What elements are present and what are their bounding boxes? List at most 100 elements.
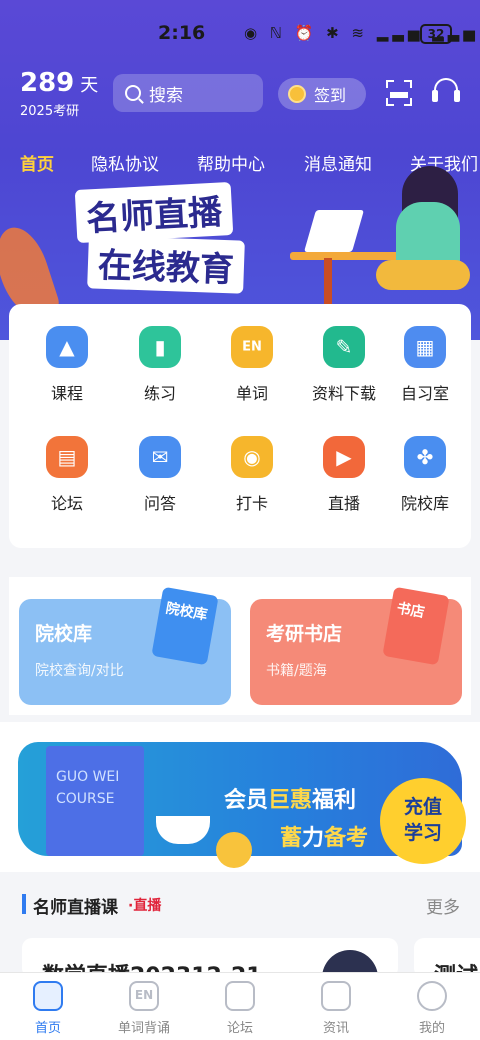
grid-item-2[interactable]: EN 单词 — [206, 326, 298, 426]
bottom-nav-item-1[interactable]: EN 单词背诵 — [96, 981, 192, 1036]
grid-item-label: 论坛 — [50, 494, 83, 513]
coin-icon — [288, 85, 306, 103]
chat-bubble-icon — [225, 981, 255, 1011]
grid-item-4[interactable]: ▦ 自习室 — [379, 326, 471, 426]
notebook-icon: ▮ — [139, 326, 181, 368]
banner-illustration — [290, 160, 480, 310]
grid-item-5[interactable]: ▤ 论坛 — [21, 436, 113, 536]
college-library-card[interactable]: 院校库 院校查询/对比 院校库 — [19, 586, 231, 705]
icon-glyph: ✎ — [335, 335, 353, 359]
icon-glyph: ▦ — [415, 335, 435, 359]
book-label: 院校库 — [164, 600, 209, 624]
grid-item-label: 问答 — [143, 494, 176, 513]
checkin-label: 签到 — [314, 86, 347, 105]
icon-glyph: ▤ — [57, 445, 77, 469]
icon-glyph: ▶ — [336, 445, 352, 469]
news-icon — [321, 981, 351, 1011]
live-section-title: 名师直播课 — [33, 898, 118, 918]
icon-glyph: ✤ — [416, 445, 434, 469]
grid-item-1[interactable]: ▮ 练习 — [114, 326, 206, 426]
en-card-icon: EN — [231, 326, 273, 368]
grid-item-8[interactable]: ▶ 直播 — [298, 436, 390, 536]
grid-item-label: 自习室 — [400, 384, 449, 403]
recharge-button-line: 学习 — [403, 822, 442, 844]
home-icon — [33, 981, 63, 1011]
scan-icon[interactable] — [386, 80, 412, 106]
exam-countdown: 289 天 2025考研 — [20, 68, 98, 119]
promo-book-line1: GUO WEI — [56, 769, 120, 785]
bottom-nav-item-4[interactable]: 我的 — [384, 981, 480, 1036]
promo-book-illustration: GUO WEI COURSE — [46, 746, 144, 856]
bottom-nav-label: 首页 — [34, 1021, 61, 1036]
banner-title[interactable]: 名师直播 在线教育 — [60, 181, 280, 294]
bottom-nav-label: 论坛 — [226, 1021, 253, 1036]
grid-item-label: 练习 — [143, 384, 176, 403]
status-bar: 2:16 ◉ ℕ ⏰ ✱ ≋ ▂▃▅ ▂▃▅ 32 — [0, 18, 480, 54]
icon-glyph: ✉ — [151, 445, 169, 469]
grid-item-label: 单词 — [235, 384, 268, 403]
grid-item-6[interactable]: ✉ 问答 — [114, 436, 206, 536]
icon-glyph: EN — [242, 339, 262, 355]
promo-text-b: 巨惠 — [268, 788, 313, 813]
section-accent-bar — [22, 894, 26, 914]
bottom-nav-label: 单词背诵 — [117, 1021, 170, 1036]
tab-privacy[interactable]: 隐私协议 — [91, 150, 159, 175]
grid-item-label: 打卡 — [235, 494, 268, 513]
promo-text-d: 蓄 — [280, 826, 303, 851]
grid-item-0[interactable]: ▲ 课程 — [21, 326, 113, 426]
status-time: 2:16 — [158, 22, 206, 44]
headset-icon[interactable] — [432, 78, 460, 106]
checkin-button[interactable]: 签到 — [278, 78, 366, 110]
banner-line2: 在线教育 — [87, 235, 245, 294]
grid-item-label: 资料下载 — [311, 384, 376, 403]
tab-help[interactable]: 帮助中心 — [197, 150, 265, 175]
promo-background: GUO WEI COURSE 会员巨惠福利 蓄力备考 充值学习 — [18, 742, 466, 868]
chat-bubble-icon: ✉ — [139, 436, 181, 478]
bottom-nav-item-0[interactable]: 首页 — [0, 981, 96, 1036]
exam-label: 2025考研 — [20, 104, 80, 119]
promo-banner[interactable]: GUO WEI COURSE 会员巨惠福利 蓄力备考 充值学习 — [0, 722, 480, 872]
promo-text-c: 福利 — [312, 788, 357, 813]
graduation-cap-icon: ▲ — [46, 326, 88, 368]
tab-home[interactable]: 首页 — [20, 150, 54, 175]
shortcut-grid: ▲ 课程 ▮ 练习 EN 单词 ✎ 资料下载 ▦ 自习室 ▤ 论坛 ✉ 问答 ◉ 打卡 ▶ 直播 ✤ 院校库 — [9, 304, 471, 548]
profile-icon — [417, 981, 447, 1011]
promo-text-f: 备考 — [324, 826, 369, 851]
battery-icon: 32 — [420, 24, 452, 44]
header-hero: 2:16 ◉ ℕ ⏰ ✱ ≋ ▂▃▅ ▂▃▅ 32 289 天 2025考研 搜索… — [0, 0, 480, 340]
banner-line1: 名师直播 — [74, 181, 234, 244]
more-link[interactable]: 更多 — [426, 893, 460, 918]
icon-glyph: ◉ — [243, 445, 261, 469]
bookstore-book-icon: 书店 — [382, 586, 450, 666]
bookstore-card[interactable]: 考研书店 书籍/题海 书店 — [250, 586, 462, 705]
promo-text-a: 会员 — [224, 788, 269, 813]
college-book-icon: 院校库 — [151, 586, 219, 666]
bottom-nav-item-2[interactable]: 论坛 — [192, 981, 288, 1036]
promo-text: 会员巨惠福利 蓄力备考 — [224, 782, 368, 858]
bottom-nav-label: 我的 — [418, 1021, 445, 1036]
promo-text-e: 力 — [302, 826, 325, 851]
grid-item-3[interactable]: ✎ 资料下载 — [298, 326, 390, 426]
grid-item-7[interactable]: ◉ 打卡 — [206, 436, 298, 536]
bottom-nav-label: 资讯 — [322, 1021, 349, 1036]
en-card-icon: EN — [129, 981, 159, 1011]
icon-glyph: ▲ — [59, 335, 75, 359]
live-section-header: 名师直播课 ·直播 更多 — [0, 880, 480, 932]
search-bar[interactable]: 搜索 — [113, 74, 263, 112]
coin-icon: ◉ — [231, 436, 273, 478]
building-icon: ▦ — [404, 326, 446, 368]
search-icon — [125, 85, 141, 101]
promo-book-line2: COURSE — [56, 791, 115, 807]
book-open-icon: ▤ — [46, 436, 88, 478]
feature-cards: 院校库 院校查询/对比 院校库 考研书店 书籍/题海 书店 — [9, 577, 471, 715]
search-placeholder: 搜索 — [149, 85, 183, 106]
recharge-button[interactable]: 充值 学习 — [380, 778, 466, 864]
recharge-button-line: 充值 — [403, 796, 442, 818]
video-camera-icon: ▶ — [323, 436, 365, 478]
bottom-nav-item-3[interactable]: 资讯 — [288, 981, 384, 1036]
teacup-icon — [156, 816, 210, 844]
days-count: 289 — [20, 68, 75, 98]
icon-glyph: ▮ — [154, 335, 166, 359]
grid-item-label: 院校库 — [400, 494, 449, 513]
grid-item-9[interactable]: ✤ 院校库 — [379, 436, 471, 536]
